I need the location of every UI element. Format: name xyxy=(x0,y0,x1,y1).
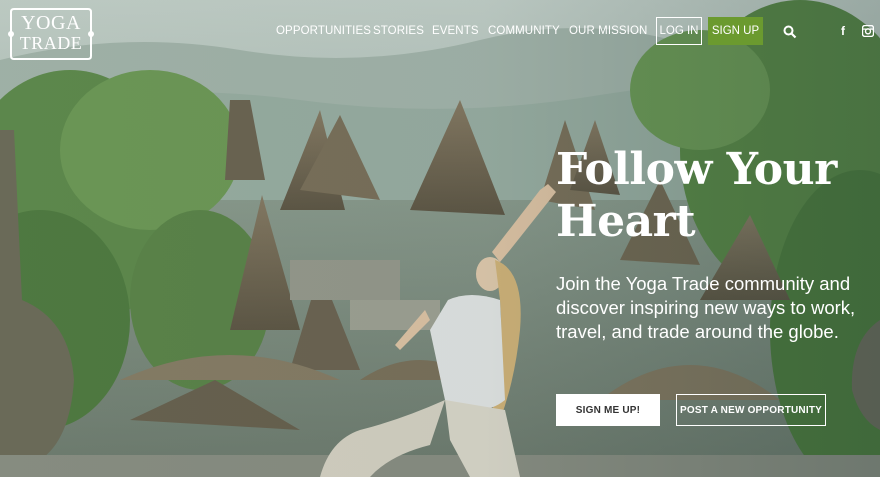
login-button[interactable]: LOG IN xyxy=(656,17,702,45)
logo-text-yoga: YOGA xyxy=(21,12,81,34)
hero-title-line1: Follow Your xyxy=(556,144,837,195)
nav-item-stories[interactable]: STORIES xyxy=(373,25,424,37)
nav-item-events[interactable]: EVENTS xyxy=(432,25,479,37)
hero-subtitle: Join the Yoga Trade community and discov… xyxy=(556,273,856,342)
nav-item-community[interactable]: COMMUNITY xyxy=(488,25,560,37)
nav-item-opportunities[interactable]: OPPORTUNITIES xyxy=(276,25,371,37)
post-opportunity-button[interactable]: POST A NEW OPPORTUNITY xyxy=(676,394,826,426)
hero-title-line2: Heart xyxy=(556,196,696,247)
sign-me-up-button[interactable]: SIGN ME UP! xyxy=(556,394,660,426)
yoga-trade-logo[interactable]: YOGA TRADE xyxy=(8,6,94,62)
instagram-icon[interactable] xyxy=(862,25,874,37)
signup-button[interactable]: SIGN UP xyxy=(708,17,763,45)
search-icon[interactable] xyxy=(783,25,797,39)
hero-title: Follow Your Heart xyxy=(556,144,876,248)
facebook-icon[interactable]: f xyxy=(841,24,851,38)
logo-text-trade: TRADE xyxy=(19,33,83,53)
nav-item-our-mission[interactable]: OUR MISSION xyxy=(569,25,647,37)
